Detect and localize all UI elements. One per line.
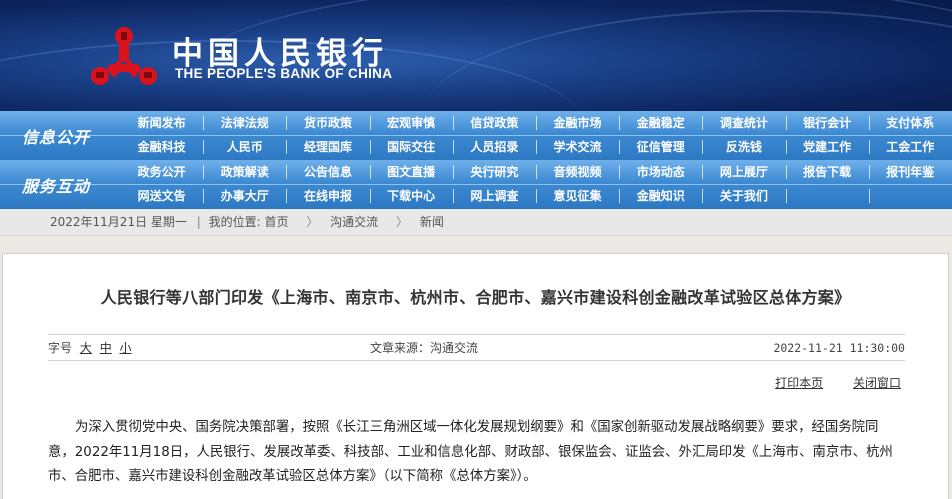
breadcrumb-separator: 〉 xyxy=(396,215,409,229)
nav-info-item[interactable]: 经理国库 xyxy=(286,135,369,160)
nav-service-item[interactable]: 下载中心 xyxy=(369,184,453,209)
nav-service-empty-cell xyxy=(868,184,952,209)
breadcrumb-separator: 〉 xyxy=(306,215,319,229)
nav-service-item[interactable]: 办事大厅 xyxy=(203,184,286,209)
nav-info-item[interactable]: 调查统计 xyxy=(702,111,785,135)
nav-service-item[interactable]: 在线申报 xyxy=(286,184,369,209)
article-title: 人民银行等八部门印发《上海市、南京市、杭州市、合肥市、嘉兴市建设科创金融改革试验… xyxy=(100,288,851,307)
nav-info-item[interactable]: 金融稳定 xyxy=(619,111,702,135)
breadcrumb-current[interactable]: 新闻 xyxy=(420,215,444,229)
nav-info-item[interactable]: 新闻发布 xyxy=(120,111,203,135)
close-window-link[interactable]: 关闭窗口 xyxy=(853,376,901,390)
nav-service-item[interactable]: 关于我们 xyxy=(702,184,785,209)
current-date: 2022年11月21日 星期一 xyxy=(50,215,187,229)
nav-service-item[interactable]: 政务公开 xyxy=(120,160,203,184)
nav-info-item[interactable]: 金融市场 xyxy=(535,111,619,135)
nav-service-interaction: 服务互动 政务公开 政策解读 公告信息 图文直播 央行研究 音频视频 市场动态 网上展厅 报告下… xyxy=(0,160,952,209)
nav-info-item[interactable]: 支付体系 xyxy=(868,111,952,135)
font-size-large-link[interactable]: 大 xyxy=(80,341,92,355)
nav-service-item[interactable]: 市场动态 xyxy=(619,160,702,184)
nav-info-item[interactable]: 国际交往 xyxy=(369,135,453,160)
nav-service-item[interactable]: 公告信息 xyxy=(286,160,369,184)
breadcrumb-position-label: 我的位置: xyxy=(208,215,261,229)
nav-info-item[interactable]: 货币政策 xyxy=(286,111,369,135)
nav-info-item[interactable]: 学术交流 xyxy=(535,135,619,160)
article-panel: 人民银行等八部门印发《上海市、南京市、杭州市、合肥市、嘉兴市建设科创金融改革试验… xyxy=(2,253,949,499)
nav-service-item[interactable]: 报告下载 xyxy=(785,160,869,184)
nav-info-item[interactable]: 宏观审慎 xyxy=(369,111,453,135)
font-size-label: 字号 xyxy=(48,341,73,355)
print-page-link[interactable]: 打印本页 xyxy=(775,376,823,390)
nav-service-item[interactable]: 图文直播 xyxy=(369,160,453,184)
nav-service-item[interactable]: 央行研究 xyxy=(452,160,536,184)
nav-service-grid: 政务公开 政策解读 公告信息 图文直播 央行研究 音频视频 市场动态 网上展厅 报告下载 报刊年鉴… xyxy=(120,160,952,209)
pboc-emblem-icon[interactable] xyxy=(88,24,160,90)
nav-info-item[interactable]: 法律法规 xyxy=(203,111,286,135)
font-size-medium-link[interactable]: 中 xyxy=(100,341,112,355)
nav-info-item[interactable]: 金融科技 xyxy=(120,135,203,160)
nav-service-item[interactable]: 意见征集 xyxy=(535,184,619,209)
site-banner: 中国人民银行 THE PEOPLE'S BANK OF CHINA xyxy=(0,0,952,111)
nav-info-item[interactable]: 信贷政策 xyxy=(452,111,536,135)
logo-english-name[interactable]: THE PEOPLE'S BANK OF CHINA xyxy=(175,66,392,81)
nav-info-disclosure: 信息公开 新闻发布 法律法规 货币政策 宏观审慎 信贷政策 金融市场 金融稳定 调查统计 银行会… xyxy=(0,111,952,160)
article-datetime: 2022-11-21 11:30:00 xyxy=(773,341,905,355)
font-size-small-link[interactable]: 小 xyxy=(120,341,132,355)
nav-info-item[interactable]: 人员招录 xyxy=(452,135,536,160)
breadcrumb: 2022年11月21日 星期一 | 我的位置: 首页 〉 沟通交流 〉 新闻 xyxy=(0,209,952,236)
article-meta-bar: 字号 大 中 小 文章来源：沟通交流 2022-11-21 11:30:00 xyxy=(48,334,905,361)
nav-info-item[interactable]: 人民币 xyxy=(203,135,286,160)
nav-service-item[interactable]: 政策解读 xyxy=(203,160,286,184)
nav-info-item[interactable]: 党建工作 xyxy=(785,135,869,160)
breadcrumb-separator: | xyxy=(196,215,201,229)
article-body-paragraph: 为深入贯彻党中央、国务院决策部署，按照《长江三角洲区域一体化发展规划纲要》和《国… xyxy=(48,420,893,484)
nav-info-item[interactable]: 征信管理 xyxy=(619,135,702,160)
nav-service-item[interactable]: 网上展厅 xyxy=(702,160,785,184)
nav-section-title: 服务互动 xyxy=(21,176,90,196)
nav-service-item[interactable]: 金融知识 xyxy=(619,184,702,209)
breadcrumb-home-link[interactable]: 首页 xyxy=(264,215,288,229)
nav-info-grid: 新闻发布 法律法规 货币政策 宏观审慎 信贷政策 金融市场 金融稳定 调查统计 银行会计 支付体系… xyxy=(120,111,952,160)
nav-service-item[interactable]: 报刊年鉴 xyxy=(868,160,952,184)
article-actions: 打印本页 关闭窗口 xyxy=(749,374,901,391)
nav-info-item[interactable]: 工会工作 xyxy=(868,135,952,160)
font-size-controls: 字号 大 中 小 xyxy=(48,335,132,361)
nav-service-item[interactable]: 网送文告 xyxy=(120,184,203,209)
nav-service-item[interactable]: 音频视频 xyxy=(535,160,619,184)
nav-info-item[interactable]: 银行会计 xyxy=(785,111,869,135)
breadcrumb-section-link[interactable]: 沟通交流 xyxy=(330,215,378,229)
nav-section-title: 信息公开 xyxy=(21,127,90,147)
nav-info-item[interactable]: 反洗钱 xyxy=(702,135,785,160)
nav-service-item[interactable]: 网上调查 xyxy=(452,184,536,209)
nav-service-empty-cell xyxy=(785,184,869,209)
article-source: 文章来源：沟通交流 xyxy=(370,341,479,355)
